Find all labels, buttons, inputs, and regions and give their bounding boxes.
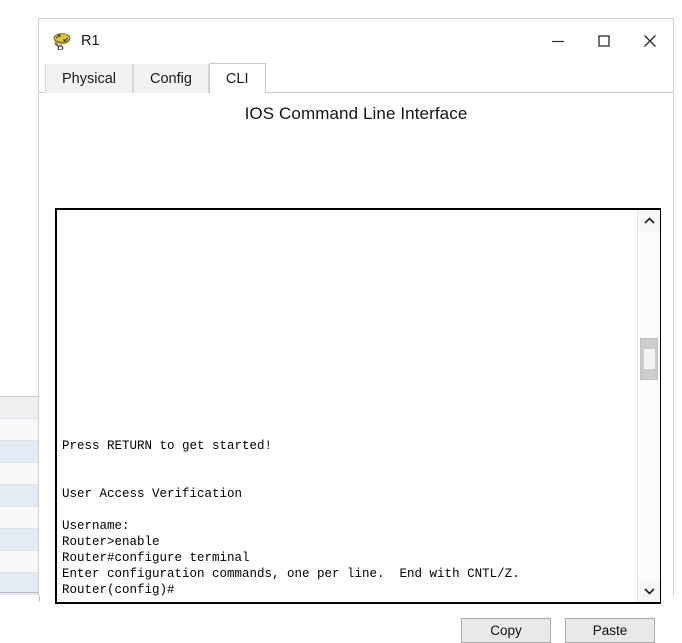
chevron-up-icon bbox=[643, 212, 655, 230]
window-titlebar: R1 bbox=[39, 19, 673, 63]
background-table-row bbox=[0, 551, 40, 573]
close-button[interactable] bbox=[627, 19, 673, 63]
scroll-track[interactable] bbox=[638, 232, 660, 580]
background-table-row bbox=[0, 397, 40, 419]
tab-config[interactable]: Config bbox=[133, 64, 209, 93]
maximize-icon bbox=[597, 34, 611, 48]
minimize-icon bbox=[551, 34, 565, 48]
device-window: R1 Physical Config CLI IOS Command Line … bbox=[38, 18, 674, 643]
background-table bbox=[0, 396, 40, 602]
tab-bar: Physical Config CLI bbox=[39, 63, 673, 93]
tab-physical-label: Physical bbox=[62, 71, 116, 87]
tab-cli[interactable]: CLI bbox=[208, 63, 266, 93]
terminal-line: Username: bbox=[62, 519, 130, 533]
window-controls bbox=[535, 19, 673, 63]
scroll-thumb[interactable] bbox=[640, 338, 658, 380]
terminal-container: Press RETURN to get started! User Access… bbox=[55, 208, 661, 604]
minimize-button[interactable] bbox=[535, 19, 581, 63]
background-table-row bbox=[0, 485, 40, 507]
action-button-row: Copy Paste bbox=[461, 618, 655, 643]
chevron-down-icon bbox=[643, 582, 655, 600]
tab-physical[interactable]: Physical bbox=[45, 64, 133, 93]
window-title: R1 bbox=[81, 33, 100, 49]
terminal-lines: Press RETURN to get started! User Access… bbox=[62, 438, 520, 598]
close-icon bbox=[642, 33, 658, 49]
tab-config-label: Config bbox=[150, 71, 192, 87]
router-icon bbox=[51, 32, 73, 51]
tab-cli-label: CLI bbox=[225, 70, 249, 87]
maximize-button[interactable] bbox=[581, 19, 627, 63]
background-table-row bbox=[0, 441, 40, 463]
background-table-row bbox=[0, 463, 40, 485]
terminal-line: Router(config)# bbox=[62, 583, 175, 597]
terminal-line: Router>enable bbox=[62, 535, 160, 549]
background-divider-bottom bbox=[0, 592, 40, 593]
copy-button-label: Copy bbox=[490, 623, 522, 638]
terminal-scrollbar[interactable] bbox=[637, 210, 660, 602]
paste-button-label: Paste bbox=[592, 623, 628, 638]
background-table-row bbox=[0, 419, 40, 441]
scroll-down-button[interactable] bbox=[638, 580, 660, 602]
copy-button[interactable]: Copy bbox=[461, 618, 551, 643]
terminal-line: Router#configure terminal bbox=[62, 551, 250, 565]
panel-heading: IOS Command Line Interface bbox=[244, 104, 468, 123]
cli-panel: IOS Command Line Interface Press RETURN … bbox=[39, 93, 673, 643]
background-table-row bbox=[0, 507, 40, 529]
background-table-row bbox=[0, 529, 40, 551]
scroll-up-button[interactable] bbox=[638, 210, 660, 232]
titlebar-left: R1 bbox=[39, 32, 100, 51]
terminal-line: Enter configuration commands, one per li… bbox=[62, 567, 520, 581]
terminal-line: Press RETURN to get started! bbox=[62, 439, 273, 453]
terminal-line: User Access Verification bbox=[62, 487, 243, 501]
terminal-output[interactable]: Press RETURN to get started! User Access… bbox=[57, 210, 637, 602]
paste-button[interactable]: Paste bbox=[565, 618, 655, 643]
